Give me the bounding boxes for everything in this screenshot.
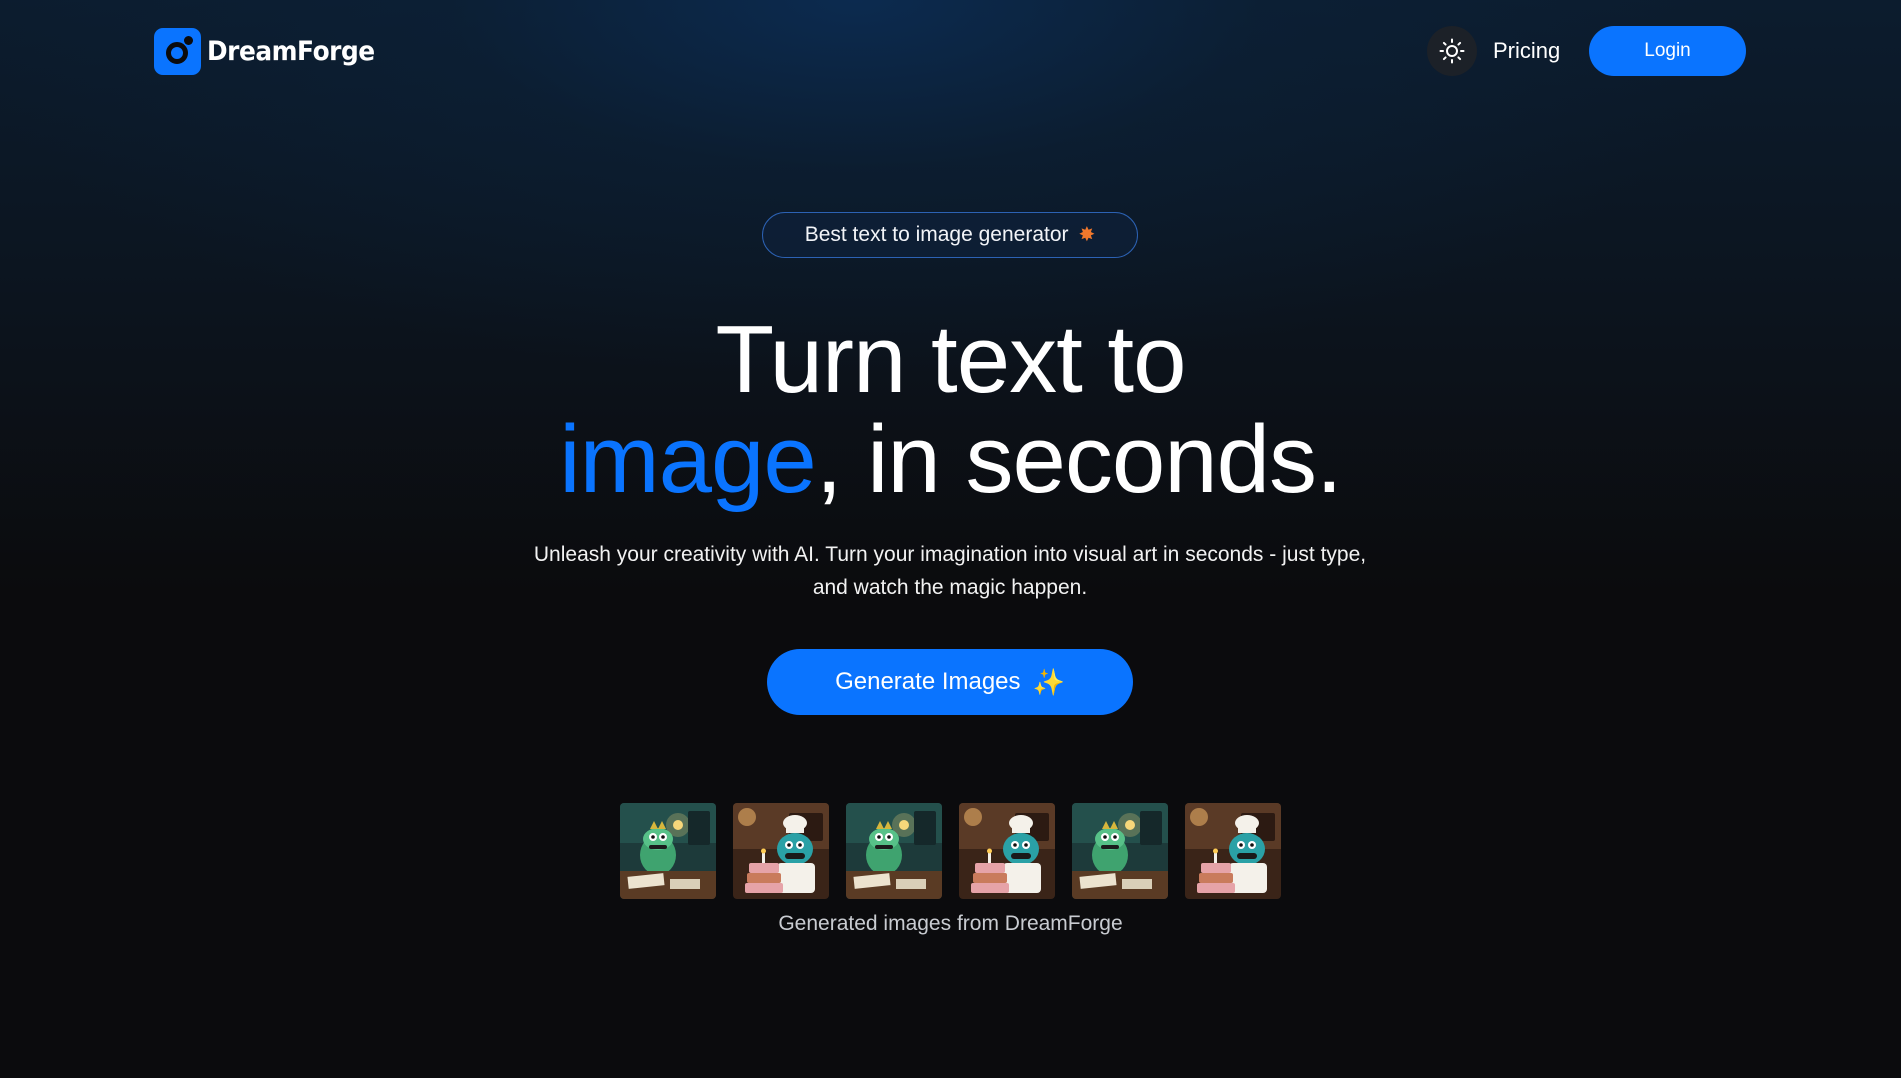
nav-pricing-link[interactable]: Pricing — [1493, 36, 1560, 66]
headline-accent: image — [559, 406, 816, 513]
gallery-thumbnail[interactable] — [1185, 803, 1281, 899]
login-button[interactable]: Login — [1589, 26, 1746, 76]
hero-badge-label: Best text to image generator — [804, 223, 1069, 246]
logo-icon — [154, 28, 201, 75]
gallery-caption: Generated images from DreamForge — [778, 912, 1123, 935]
monster-desk-image — [846, 803, 942, 899]
generate-images-button[interactable]: Generate Images ✨ — [767, 649, 1133, 715]
hero-subtitle: Unleash your creativity with AI. Turn yo… — [533, 543, 1367, 599]
gallery-thumbnail[interactable] — [620, 803, 716, 899]
gallery-thumbnail[interactable] — [1072, 803, 1168, 899]
monster-desk-image — [620, 803, 716, 899]
gallery-thumbnail[interactable] — [959, 803, 1055, 899]
chef-monster-cake-image — [1185, 803, 1281, 899]
monster-desk-image — [1072, 803, 1168, 899]
theme-toggle-button[interactable] — [1427, 26, 1477, 76]
sparkles-icon: ✨ — [1032, 667, 1065, 697]
hero-badge: Best text to image generator ✸ — [762, 212, 1138, 258]
generate-images-label: Generate Images — [835, 668, 1021, 695]
headline-line-1: Turn text to — [715, 306, 1187, 413]
brand-logo[interactable]: DreamForge — [154, 28, 389, 75]
gallery-thumbnail[interactable] — [733, 803, 829, 899]
landing-page: DreamForge Pricing Login Best text to im… — [0, 0, 1901, 1078]
gallery-thumbnail[interactable] — [846, 803, 942, 899]
chef-monster-cake-image — [959, 803, 1055, 899]
generated-images-gallery — [620, 803, 1281, 899]
star-icon: ✸ — [1078, 224, 1096, 246]
hero-headline: Turn text to image, in seconds. — [0, 310, 1901, 510]
sun-icon — [1439, 38, 1465, 64]
chef-monster-cake-image — [733, 803, 829, 899]
brand-name: DreamForge — [207, 36, 375, 67]
headline-rest: , in seconds. — [815, 406, 1343, 513]
